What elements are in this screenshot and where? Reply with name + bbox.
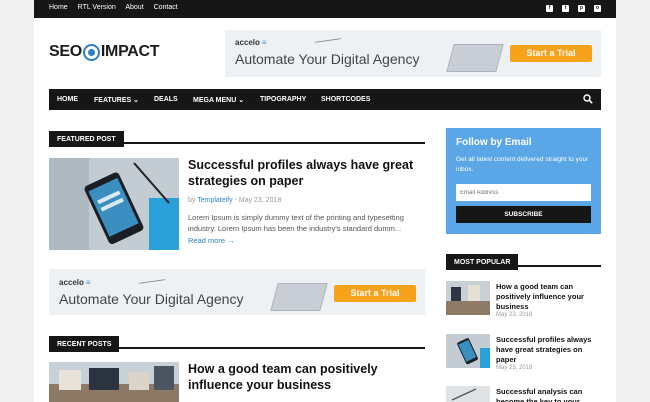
- nav-item-deals[interactable]: DEALS: [154, 96, 178, 103]
- instagram-icon[interactable]: o: [594, 5, 601, 12]
- popular-item-title[interactable]: Successful profiles always have great st…: [496, 335, 596, 365]
- nav-item-home[interactable]: HOME: [57, 96, 78, 103]
- email-field[interactable]: [456, 184, 591, 201]
- featured-post-thumbnail[interactable]: [49, 158, 179, 250]
- recent-post-title[interactable]: How a good team can positively influence…: [188, 361, 423, 394]
- analysis-image: [446, 386, 490, 402]
- recent-posts-label: RECENT POSTS: [49, 336, 120, 352]
- popular-item-thumbnail[interactable]: [446, 334, 490, 368]
- top-link-rtl-version[interactable]: RTL Version: [78, 4, 116, 11]
- most-popular-label: MOST POPULAR: [446, 254, 519, 270]
- laptop-icon: [446, 44, 504, 72]
- featured-post-label: FEATURED POST: [49, 131, 124, 147]
- featured-post-header: FEATURED POST: [49, 128, 425, 147]
- popular-item-title[interactable]: How a good team can positively influence…: [496, 282, 596, 312]
- laptop-icon: [270, 283, 328, 311]
- recent-posts-header: RECENT POSTS: [49, 333, 425, 352]
- follow-description: Get all latest content delivered straigh…: [456, 156, 589, 173]
- start-trial-button[interactable]: Start a Trial: [510, 45, 592, 62]
- start-trial-button-inline[interactable]: Start a Trial: [334, 285, 416, 302]
- follow-title: Follow by Email: [456, 137, 532, 148]
- most-popular-header: MOST POPULAR: [446, 251, 601, 270]
- site-logo[interactable]: SEO IMPACT: [49, 43, 160, 61]
- follow-by-email-widget: Follow by Email Get all latest content d…: [446, 128, 601, 234]
- phone-on-desk-image: [49, 158, 179, 250]
- team-meeting-image: [49, 362, 179, 402]
- main-nav: HOME FEATURES ⌄ DEALS MEGA MENU ⌄ TIPOGR…: [49, 89, 601, 110]
- popular-item-thumbnail[interactable]: [446, 281, 490, 315]
- popular-item-thumbnail[interactable]: [446, 386, 490, 402]
- inline-ad-banner[interactable]: accelo ≡ Automate Your Digital Agency Sta…: [49, 269, 425, 315]
- search-icon[interactable]: [583, 94, 593, 104]
- popular-item-title[interactable]: Successful analysis can become the key t…: [496, 387, 596, 402]
- recent-post-thumbnail[interactable]: [49, 362, 179, 402]
- top-bar: Home RTL Version About Contact f t p o: [34, 0, 616, 18]
- pinterest-icon[interactable]: p: [578, 5, 586, 12]
- featured-post-meta: by Templateify - May 23, 2018: [188, 197, 281, 204]
- facebook-icon[interactable]: f: [546, 5, 554, 12]
- read-more-link[interactable]: Read more →: [188, 236, 235, 245]
- subscribe-button[interactable]: SUBSCRIBE: [456, 206, 591, 223]
- header-ad-banner[interactable]: accelo ≡ Automate Your Digital Agency Sta…: [225, 30, 601, 77]
- popular-item-date: May 23, 2018: [496, 365, 533, 371]
- post-date: - May 23, 2018: [234, 197, 282, 204]
- nav-item-tipography[interactable]: TIPOGRAPHY: [260, 96, 306, 103]
- top-link-home[interactable]: Home: [49, 4, 68, 11]
- nav-item-shortcodes[interactable]: SHORTCODES: [321, 96, 370, 103]
- phone-image: [446, 334, 490, 368]
- post-author[interactable]: Templateify: [197, 197, 232, 204]
- page: SEO IMPACT accelo ≡ Automate Your Digital…: [34, 18, 616, 402]
- featured-post-excerpt: Lorem Ipsum is simply dummy text of the …: [188, 213, 404, 245]
- pen-icon: [139, 279, 165, 284]
- popular-item-date: May 23, 2018: [496, 312, 533, 318]
- ad-brand: accelo ≡: [235, 38, 267, 47]
- twitter-icon[interactable]: t: [562, 5, 570, 12]
- nav-item-features[interactable]: FEATURES ⌄: [94, 96, 139, 104]
- meta-prefix: by: [188, 197, 196, 204]
- target-icon: [82, 43, 100, 61]
- top-link-about[interactable]: About: [125, 4, 143, 11]
- top-link-contact[interactable]: Contact: [154, 4, 178, 11]
- social-icons: f t p o: [539, 4, 601, 12]
- logo-text-left: SEO: [49, 43, 82, 60]
- top-links: Home RTL Version About Contact: [49, 4, 186, 11]
- pen-icon: [315, 38, 341, 43]
- ad-brand-inline: accelo ≡: [59, 278, 91, 287]
- team-image: [446, 281, 490, 315]
- logo-text-right: IMPACT: [100, 43, 160, 60]
- nav-item-mega-menu[interactable]: MEGA MENU ⌄: [193, 96, 244, 104]
- ad-headline: Automate Your Digital Agency: [235, 51, 420, 67]
- featured-post-title[interactable]: Successful profiles always have great st…: [188, 157, 423, 190]
- ad-headline-inline: Automate Your Digital Agency: [59, 291, 244, 307]
